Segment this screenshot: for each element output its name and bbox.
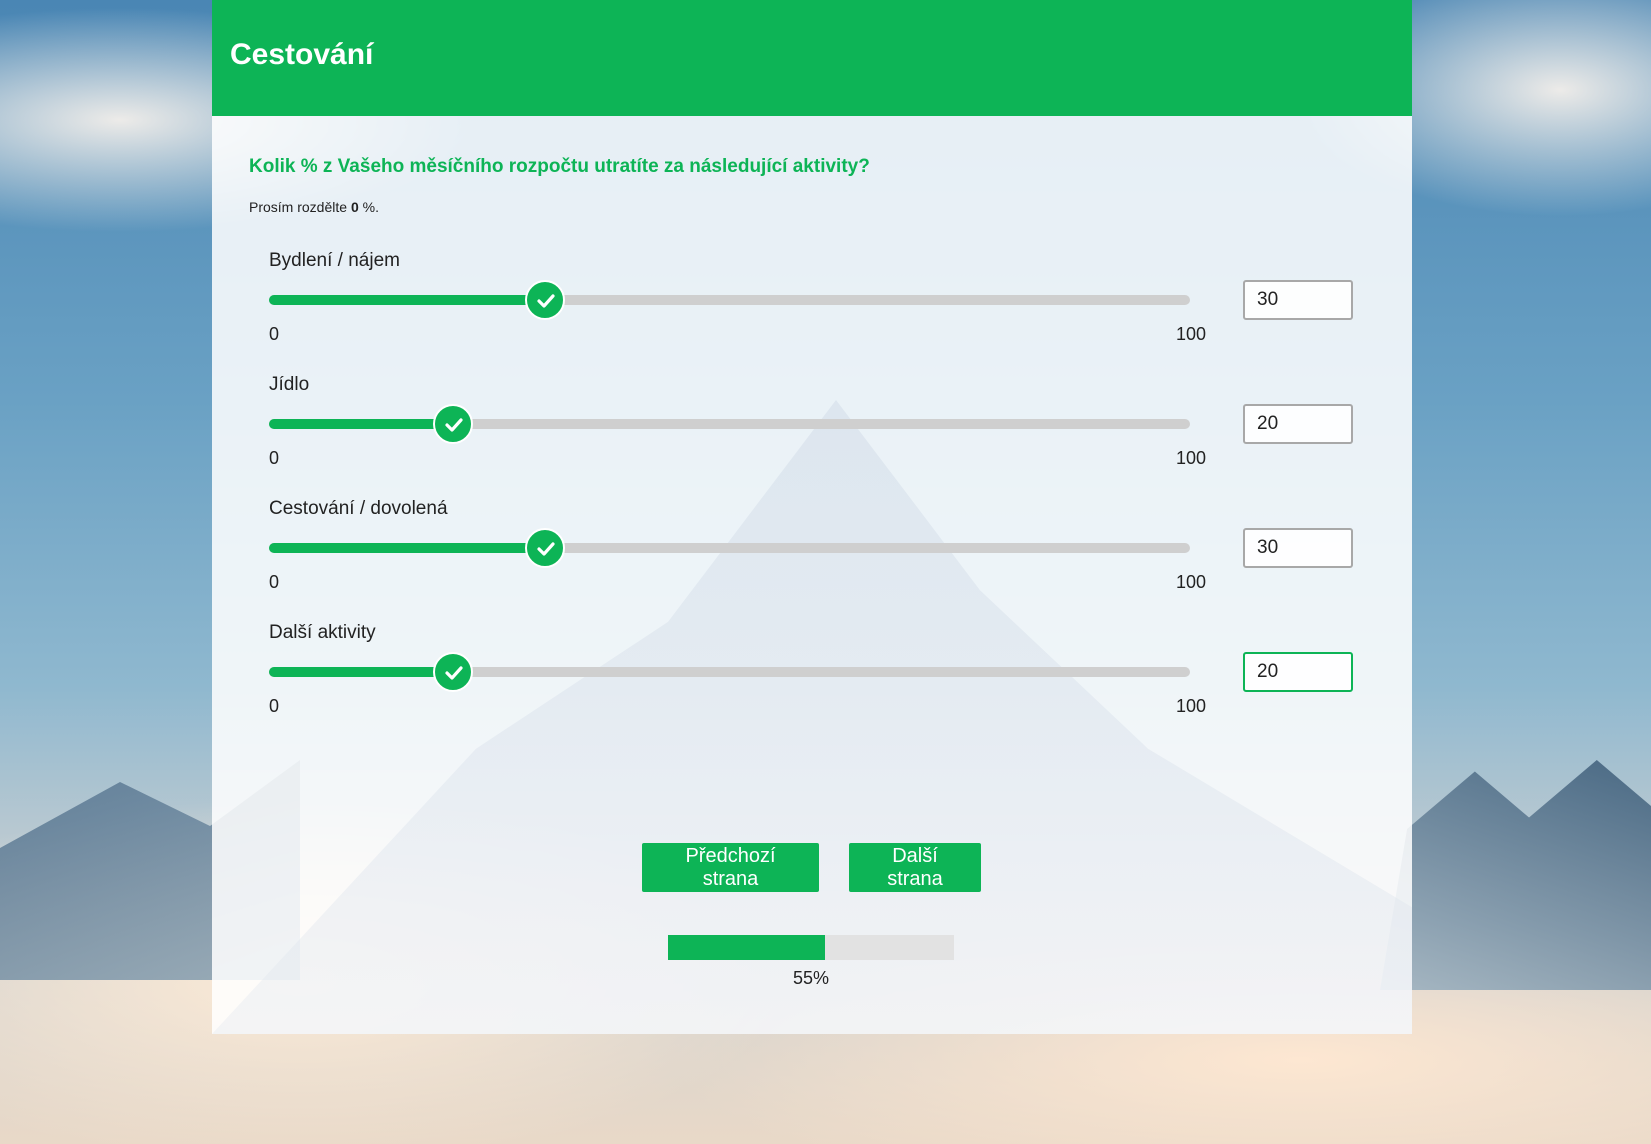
slider-row-travel: Cestování / dovolená 0 100 <box>212 498 1412 618</box>
slider-fill <box>269 543 546 553</box>
slider-track[interactable] <box>269 528 1190 568</box>
survey-title: Cestování <box>230 38 374 71</box>
slider-max-label: 100 <box>1176 448 1207 468</box>
value-input-food[interactable] <box>1243 404 1353 444</box>
hint-suffix: %. <box>362 199 379 215</box>
question-text: Kolik % z Vašeho měsíčního rozpočtu utra… <box>249 156 870 177</box>
survey-header: Cestování <box>212 0 1412 116</box>
allocation-hint: Prosím rozdělte 0 %. <box>249 199 379 215</box>
slider-min-label: 0 <box>269 324 280 344</box>
slider-thumb[interactable] <box>525 280 566 320</box>
survey-panel: Cestování Kolik % z Vašeho měsíčního roz… <box>212 0 1412 1034</box>
slider-max-label: 100 <box>1176 324 1207 344</box>
slider-track[interactable] <box>269 280 1190 320</box>
slider-fill <box>269 667 454 677</box>
slider-label: Bydlení / nájem <box>269 250 400 271</box>
remaining-value: 0 <box>350 199 359 215</box>
check-icon <box>445 418 463 432</box>
slider-track[interactable] <box>269 652 1190 692</box>
slider-fill <box>269 419 454 429</box>
slider-min-label: 0 <box>269 448 280 468</box>
slider-thumb[interactable] <box>525 528 566 568</box>
slider-max-label: 100 <box>1176 696 1207 716</box>
slider-fill <box>269 295 546 305</box>
previous-page-button[interactable]: Předchozí strana <box>642 843 819 892</box>
check-icon <box>537 294 555 308</box>
slider-row-housing: Bydlení / nájem 0 100 <box>212 250 1412 370</box>
next-page-button[interactable]: Další strana <box>849 843 981 892</box>
slider-min-label: 0 <box>269 572 280 592</box>
slider-label: Další aktivity <box>269 622 376 643</box>
slider-thumb[interactable] <box>433 404 474 444</box>
slider-thumb[interactable] <box>433 652 474 692</box>
slider-row-other: Další aktivity 0 100 <box>212 622 1412 742</box>
check-icon <box>445 666 463 680</box>
value-input-housing[interactable] <box>1243 280 1353 320</box>
value-input-travel[interactable] <box>1243 528 1353 568</box>
slider-track[interactable] <box>269 404 1190 444</box>
hint-prefix: Prosím rozdělte <box>249 199 348 215</box>
slider-label: Jídlo <box>269 374 310 395</box>
progress-bar <box>668 935 954 960</box>
background-mountain-right <box>1380 760 1651 990</box>
check-icon <box>537 542 555 556</box>
progress-text: 55% <box>792 968 830 988</box>
slider-row-food: Jídlo 0 100 <box>212 374 1412 494</box>
progress-fill <box>668 935 826 960</box>
slider-min-label: 0 <box>269 696 280 716</box>
slider-label: Cestování / dovolená <box>269 498 448 519</box>
slider-max-label: 100 <box>1176 572 1207 592</box>
value-input-other[interactable] <box>1243 652 1353 692</box>
